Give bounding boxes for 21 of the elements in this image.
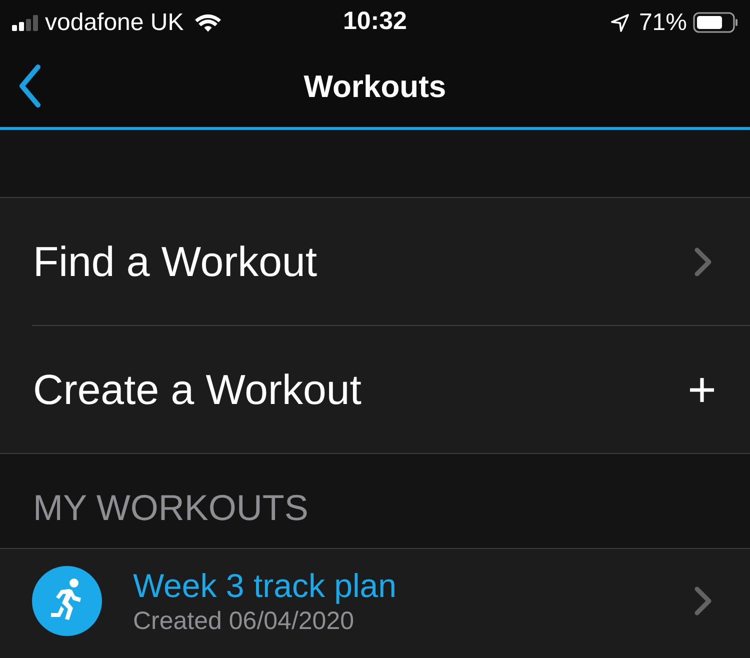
workout-title: Week 3 track plan bbox=[133, 568, 397, 602]
runner-icon bbox=[32, 566, 102, 636]
screen-title: Workouts bbox=[304, 70, 446, 102]
chevron-right-icon bbox=[694, 246, 712, 276]
clock-time: 10:32 bbox=[343, 9, 407, 34]
battery-percent: 71% bbox=[638, 10, 687, 34]
wifi-icon bbox=[194, 13, 221, 32]
menu-row[interactable]: Find a Workout bbox=[0, 198, 750, 325]
location-arrow-icon bbox=[610, 14, 629, 32]
workout-date: Created 06/04/2020 bbox=[133, 608, 356, 634]
back-chevron-icon bbox=[18, 64, 42, 108]
section-header: MY WORKOUTS bbox=[33, 490, 308, 526]
workout-row[interactable]: Week 3 track plan Created 06/04/2020 bbox=[0, 549, 750, 658]
menu-row[interactable]: Create a Workout bbox=[0, 326, 750, 453]
chevron-right-icon bbox=[694, 586, 712, 616]
menu-label: Find a Workout bbox=[33, 240, 318, 282]
carrier-name: vodafone UK bbox=[45, 10, 184, 34]
signal-icon bbox=[12, 14, 38, 30]
battery-icon bbox=[693, 12, 738, 33]
plus-icon bbox=[690, 378, 714, 402]
menu-label: Create a Workout bbox=[33, 368, 362, 410]
